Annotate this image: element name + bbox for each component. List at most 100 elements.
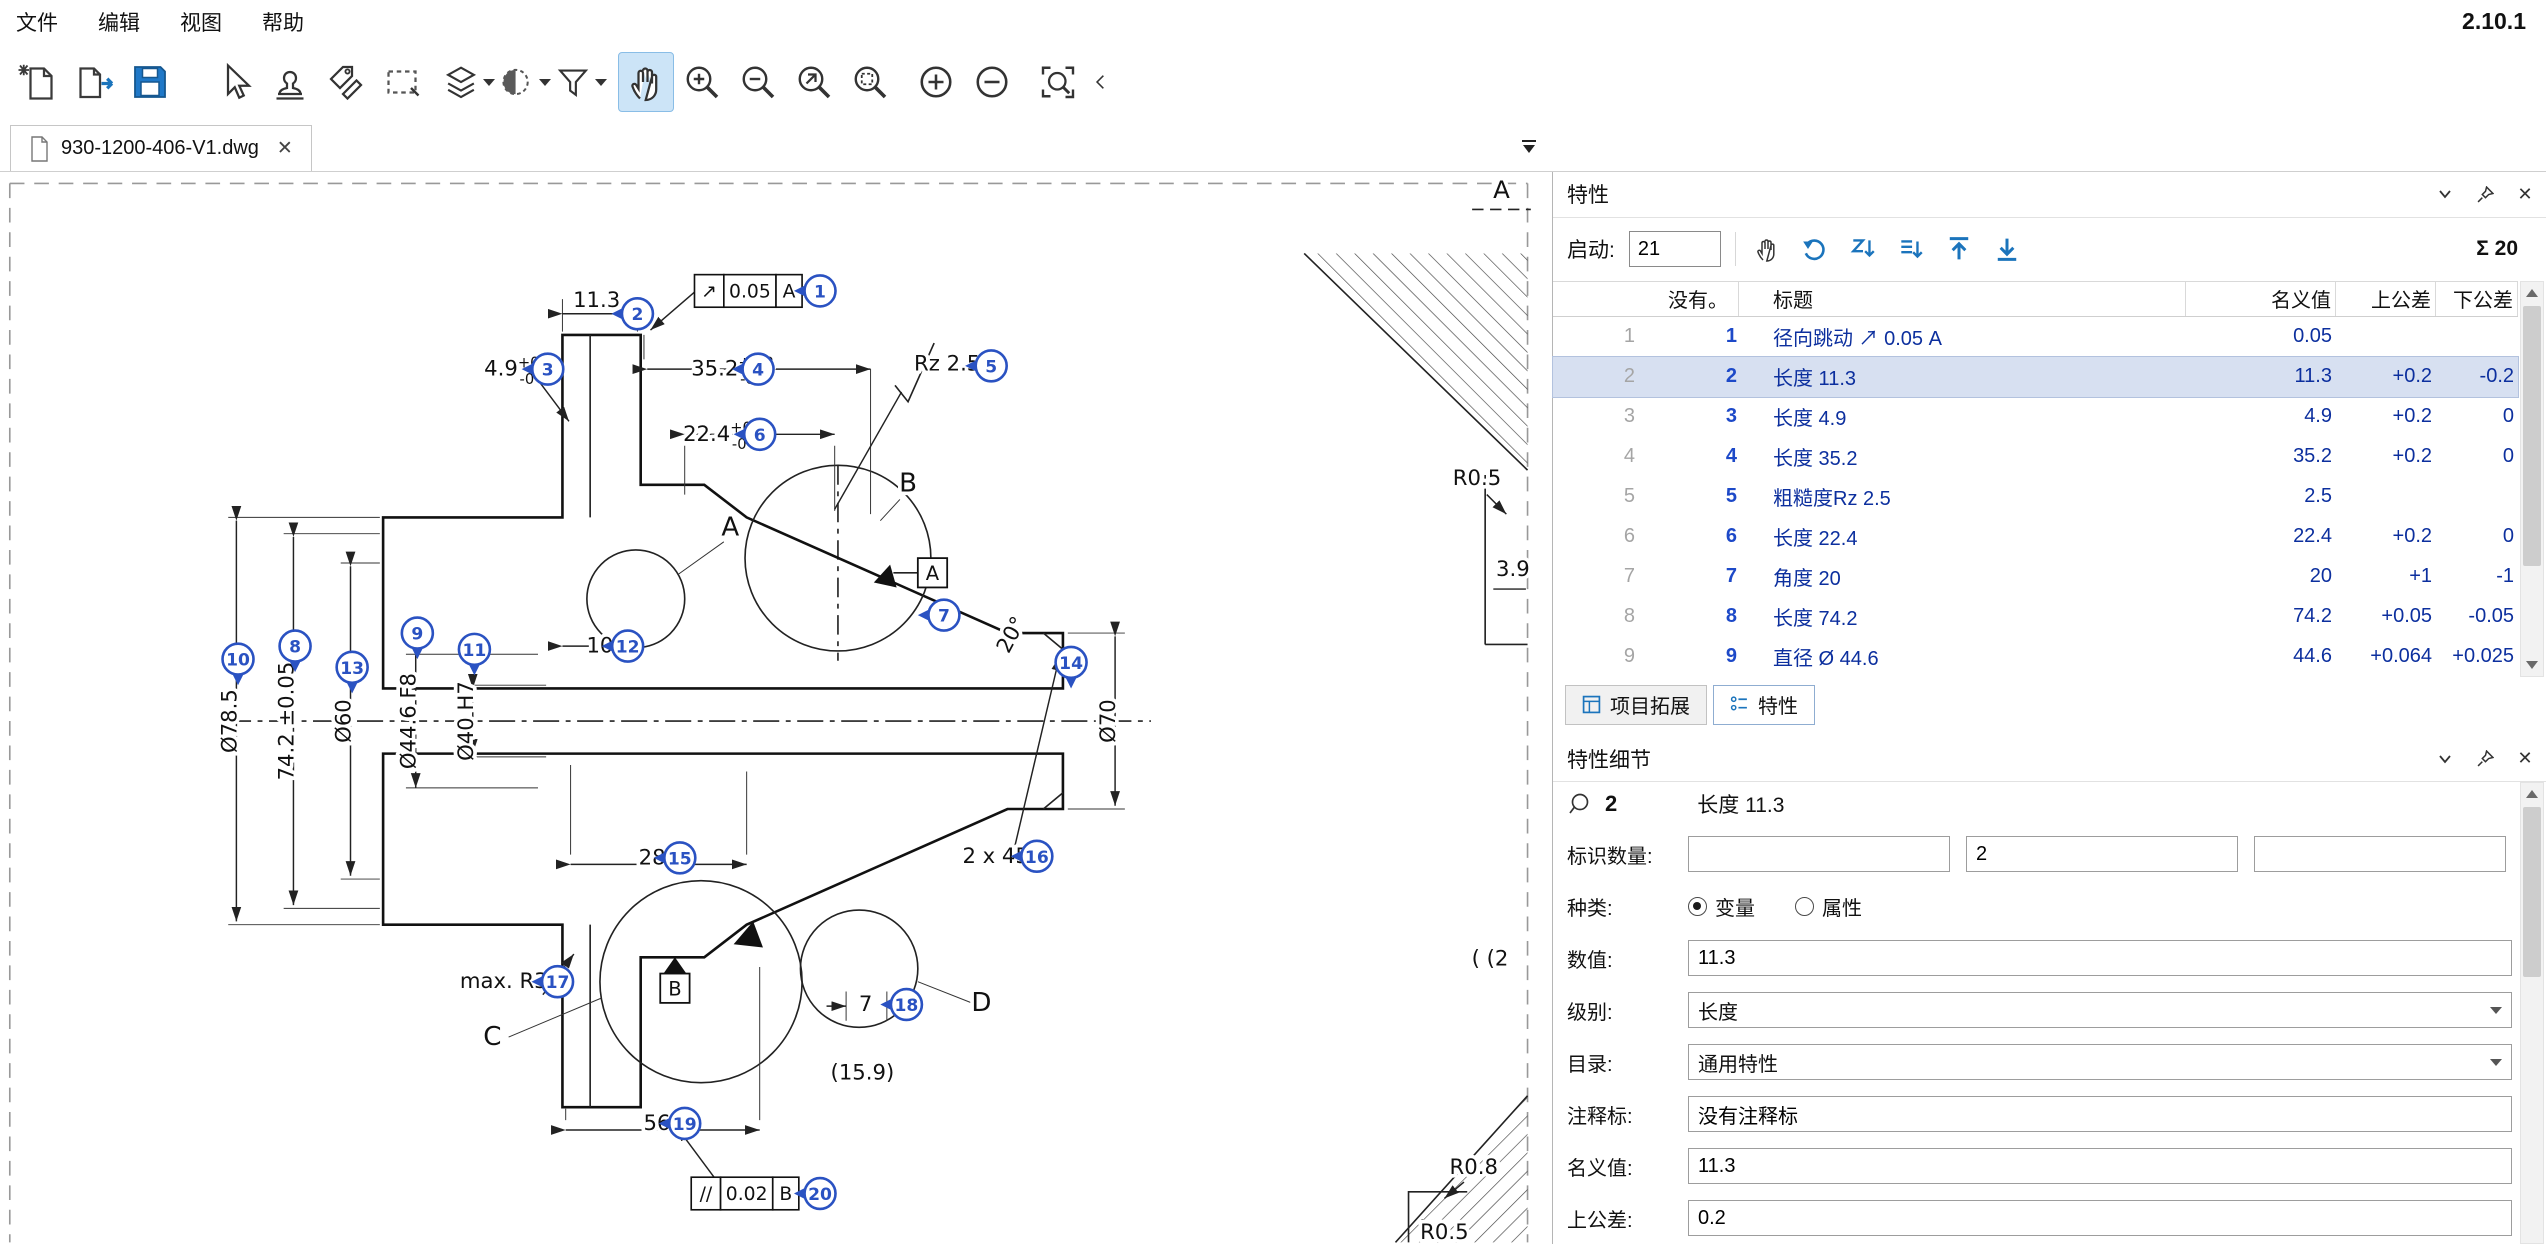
layers-button[interactable]	[440, 52, 496, 112]
close-details-button[interactable]: ✕	[2514, 748, 2536, 770]
pin-panel-button[interactable]	[2474, 183, 2496, 205]
zoom-selection-button[interactable]	[842, 52, 898, 112]
id-count-input-3[interactable]	[2254, 836, 2506, 872]
stamp-tool-button[interactable]	[262, 52, 318, 112]
radio-variable[interactable]	[1688, 897, 1707, 916]
balloon-9[interactable]: 9	[402, 618, 433, 660]
radio-attribute[interactable]	[1795, 897, 1814, 916]
properties-table-header: 没有。 标题 名义值 上公差 下公差	[1553, 281, 2518, 317]
table-row[interactable]: 11径向跳动 ↗ 0.05 A0.05	[1553, 317, 2518, 357]
field-kind: 种类: 变量 属性	[1567, 880, 2512, 932]
sort-button[interactable]	[1846, 232, 1880, 266]
catalog-select[interactable]: 通用特性	[1688, 1044, 2512, 1080]
menu-file[interactable]: 文件	[16, 7, 58, 37]
class-select[interactable]: 长度	[1688, 992, 2512, 1028]
save-button[interactable]	[122, 52, 178, 112]
table-row[interactable]: 44长度 35.235.2+0.20	[1553, 437, 2518, 477]
split-view-button[interactable]	[496, 52, 552, 112]
id-count-input-1[interactable]	[1688, 836, 1950, 872]
balloon-icon	[1567, 792, 1591, 816]
tags-tool-button[interactable]	[318, 52, 374, 112]
pin-icon	[2477, 186, 2494, 203]
id-count-input-2[interactable]	[1966, 836, 2238, 872]
column-no[interactable]: 没有。	[1553, 282, 1739, 316]
column-lower-tolerance[interactable]: 下公差	[2436, 282, 2518, 316]
tab-overflow-button[interactable]	[1518, 138, 1540, 161]
pan-mode-button[interactable]	[1750, 232, 1784, 266]
column-nominal[interactable]: 名义值	[2186, 282, 2336, 316]
table-row[interactable]: 77角度 2020+1-1	[1553, 557, 2518, 597]
note-input[interactable]	[1688, 1096, 2512, 1132]
tab-project-extension[interactable]: 项目拓展	[1565, 685, 1707, 725]
renumber-button[interactable]	[1798, 232, 1832, 266]
list-order-button[interactable]	[1894, 232, 1928, 266]
balloon-7[interactable]: 7	[918, 600, 960, 631]
details-scrollbar[interactable]	[2520, 782, 2544, 1244]
scroll-up-icon[interactable]	[2521, 282, 2543, 304]
pan-tool-button[interactable]	[618, 52, 674, 112]
split-view-dropdown-arrow-icon[interactable]	[539, 79, 551, 86]
table-cell: 44.6	[2186, 645, 2336, 668]
nominal-input[interactable]	[1688, 1148, 2512, 1184]
menu-edit[interactable]: 编辑	[98, 7, 140, 37]
table-scrollbar[interactable]	[2520, 281, 2544, 677]
document-tab[interactable]: 930-1200-406-V1.dwg ✕	[10, 125, 312, 171]
open-document-button[interactable]	[66, 52, 122, 112]
balloon-11[interactable]: 11	[459, 634, 490, 676]
table-row[interactable]: 88长度 74.274.2+0.05-0.05	[1553, 597, 2518, 637]
panel-splitter[interactable]	[1553, 725, 2546, 737]
zoom-in-button[interactable]	[674, 52, 730, 112]
pin-details-button[interactable]	[2474, 748, 2496, 770]
decrease-button[interactable]	[964, 52, 1020, 112]
column-title[interactable]: 标题	[1739, 282, 2186, 316]
collapse-details-button[interactable]	[2434, 748, 2456, 770]
svg-text:0.02: 0.02	[726, 1184, 768, 1205]
svg-text:7: 7	[938, 607, 950, 627]
filter-dropdown-arrow-icon[interactable]	[595, 79, 607, 86]
drawing-dimension-text: Ø70	[1095, 699, 1120, 743]
close-panel-button[interactable]: ✕	[2514, 183, 2536, 205]
balloon-20[interactable]: 20	[794, 1178, 836, 1209]
filter-button[interactable]	[552, 52, 608, 112]
upper-tolerance-input[interactable]	[1688, 1200, 2512, 1236]
layers-dropdown-arrow-icon[interactable]	[483, 79, 495, 86]
tab-characteristics[interactable]: 特性	[1713, 685, 1815, 725]
balloon-14[interactable]: 14	[1056, 647, 1087, 689]
close-tab-icon[interactable]: ✕	[277, 137, 293, 160]
move-bottom-button[interactable]	[1990, 232, 2024, 266]
table-row[interactable]: 99直径 Ø 44.644.6+0.064+0.025	[1553, 637, 2518, 677]
scroll-down-icon[interactable]	[2521, 654, 2543, 676]
collapse-panel-button[interactable]	[2434, 183, 2456, 205]
value-input[interactable]	[1688, 940, 2512, 976]
start-input[interactable]	[1629, 231, 1721, 267]
table-row[interactable]: 66长度 22.422.4+0.20	[1553, 517, 2518, 557]
table-row[interactable]: 55粗糙度Rz 2.52.5	[1553, 477, 2518, 517]
balloon-13[interactable]: 13	[337, 652, 368, 694]
table-row[interactable]: 33长度 4.94.9+0.20	[1553, 397, 2518, 437]
new-document-button[interactable]	[10, 52, 66, 112]
table-row[interactable]: 22长度 11.311.3+0.2-0.2	[1553, 357, 2518, 397]
marquee-select-button[interactable]	[374, 52, 430, 112]
table-cell: 0	[2436, 405, 2518, 428]
scroll-up-icon[interactable]	[2521, 783, 2543, 805]
collapse-toolbar-button[interactable]	[1086, 52, 1116, 112]
zoom-out-button[interactable]	[730, 52, 786, 112]
table-cell: 9	[1553, 645, 1643, 668]
table-scrollbar-thumb[interactable]	[2523, 306, 2541, 566]
menu-view[interactable]: 视图	[180, 7, 222, 37]
increase-button[interactable]	[908, 52, 964, 112]
balloon-10[interactable]: 10	[223, 644, 254, 686]
select-tool-button[interactable]	[206, 52, 262, 112]
move-top-button[interactable]	[1942, 232, 1976, 266]
field-catalog: 目录: 通用特性	[1567, 1036, 2512, 1088]
zoom-fit-button[interactable]	[786, 52, 842, 112]
menu-help[interactable]: 帮助	[262, 7, 304, 37]
column-upper-tolerance[interactable]: 上公差	[2336, 282, 2436, 316]
zoom-region-button[interactable]	[1030, 52, 1086, 112]
drawing-canvas[interactable]: 11.34.9+0.2-035.2+0.2-0Rz 2.522.4+0.2-0B…	[0, 172, 1552, 1244]
table-cell: -1	[2436, 565, 2518, 588]
table-cell: +0.2	[2336, 445, 2436, 468]
svg-text:10: 10	[226, 651, 250, 671]
datum-label: A	[918, 558, 947, 587]
details-scrollbar-thumb[interactable]	[2523, 807, 2541, 977]
